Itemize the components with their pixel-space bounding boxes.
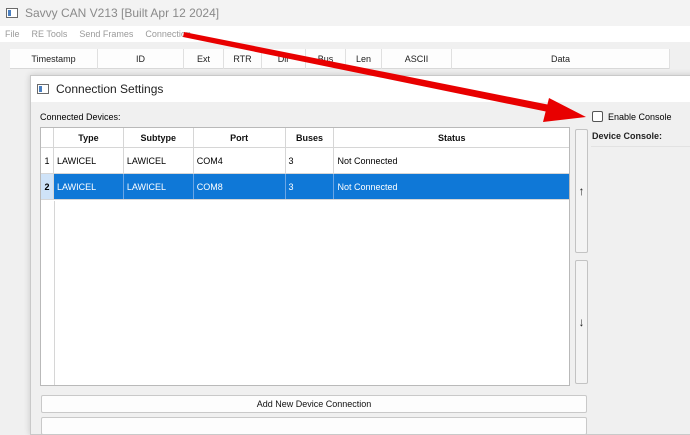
col-ascii[interactable]: ASCII bbox=[382, 49, 452, 69]
cell-status[interactable]: Not Connected bbox=[334, 148, 569, 173]
table-row[interactable]: 1 LAWICEL LAWICEL COM4 3 Not Connected bbox=[41, 148, 569, 174]
col-type[interactable]: Type bbox=[54, 128, 124, 148]
dialog-title: Connection Settings bbox=[56, 82, 164, 96]
cell-buses[interactable]: 3 bbox=[286, 148, 335, 173]
app-titlebar: Savvy CAN V213 [Built Apr 12 2024] bbox=[0, 0, 690, 26]
dialog-icon bbox=[37, 84, 49, 94]
col-buses[interactable]: Buses bbox=[286, 128, 335, 148]
menu-connection[interactable]: Connection bbox=[145, 29, 191, 39]
enable-console-checkbox[interactable]: Enable Console bbox=[592, 111, 672, 122]
cell-port[interactable]: COM4 bbox=[194, 148, 286, 173]
col-port[interactable]: Port bbox=[194, 128, 286, 148]
cell-subtype[interactable]: LAWICEL bbox=[123, 174, 194, 199]
checkbox-box[interactable] bbox=[592, 111, 603, 122]
menu-re-tools[interactable]: RE Tools bbox=[32, 29, 68, 39]
app-title: Savvy CAN V213 [Built Apr 12 2024] bbox=[25, 6, 220, 20]
col-bus[interactable]: Bus bbox=[306, 49, 346, 69]
menu-file[interactable]: File bbox=[5, 29, 20, 39]
app-icon bbox=[6, 8, 18, 18]
arrow-down-icon: ↓ bbox=[578, 315, 585, 329]
devices-table: Type Subtype Port Buses Status 1 LAWICEL… bbox=[40, 127, 570, 386]
menu-send-frames[interactable]: Send Frames bbox=[79, 29, 133, 39]
dialog-titlebar: Connection Settings bbox=[31, 76, 690, 102]
cell-type[interactable]: LAWICEL bbox=[53, 174, 124, 199]
col-ext[interactable]: Ext bbox=[184, 49, 224, 69]
row-number[interactable]: 1 bbox=[41, 148, 54, 173]
enable-console-label[interactable]: Enable Console bbox=[608, 112, 672, 122]
device-console-label: Device Console: bbox=[592, 131, 663, 141]
col-id[interactable]: ID bbox=[98, 49, 184, 69]
add-device-connection-button[interactable]: Add New Device Connection bbox=[41, 395, 587, 413]
secondary-button[interactable] bbox=[41, 417, 587, 435]
devices-table-header: Type Subtype Port Buses Status bbox=[41, 128, 569, 148]
menu-bar: File RE Tools Send Frames Connection bbox=[0, 26, 690, 42]
table-corner[interactable] bbox=[41, 128, 54, 147]
cell-subtype[interactable]: LAWICEL bbox=[124, 148, 194, 173]
move-down-button[interactable]: ↓ bbox=[575, 260, 588, 384]
console-divider bbox=[591, 146, 690, 147]
connected-devices-label: Connected Devices: bbox=[40, 112, 121, 122]
frames-table-header: Timestamp ID Ext RTR Dir Bus Len ASCII D… bbox=[10, 49, 670, 69]
col-status[interactable]: Status bbox=[334, 128, 569, 148]
row-number[interactable]: 2 bbox=[41, 174, 54, 199]
col-len[interactable]: Len bbox=[346, 49, 382, 69]
cell-buses[interactable]: 3 bbox=[285, 174, 335, 199]
table-row-selected[interactable]: 2 LAWICEL LAWICEL COM8 3 Not Connected bbox=[41, 174, 569, 200]
rownum-column-divider bbox=[54, 201, 55, 385]
col-data[interactable]: Data bbox=[452, 49, 670, 69]
cell-port[interactable]: COM8 bbox=[193, 174, 286, 199]
col-timestamp[interactable]: Timestamp bbox=[10, 49, 98, 69]
move-up-button[interactable]: ↑ bbox=[575, 129, 588, 253]
cell-type[interactable]: LAWICEL bbox=[54, 148, 124, 173]
col-subtype[interactable]: Subtype bbox=[124, 128, 194, 148]
connection-settings-dialog: Connection Settings Connected Devices: T… bbox=[30, 75, 690, 435]
col-dir[interactable]: Dir bbox=[262, 49, 306, 69]
arrow-up-icon: ↑ bbox=[578, 184, 585, 198]
cell-status[interactable]: Not Connected bbox=[334, 174, 569, 199]
col-rtr[interactable]: RTR bbox=[224, 49, 262, 69]
